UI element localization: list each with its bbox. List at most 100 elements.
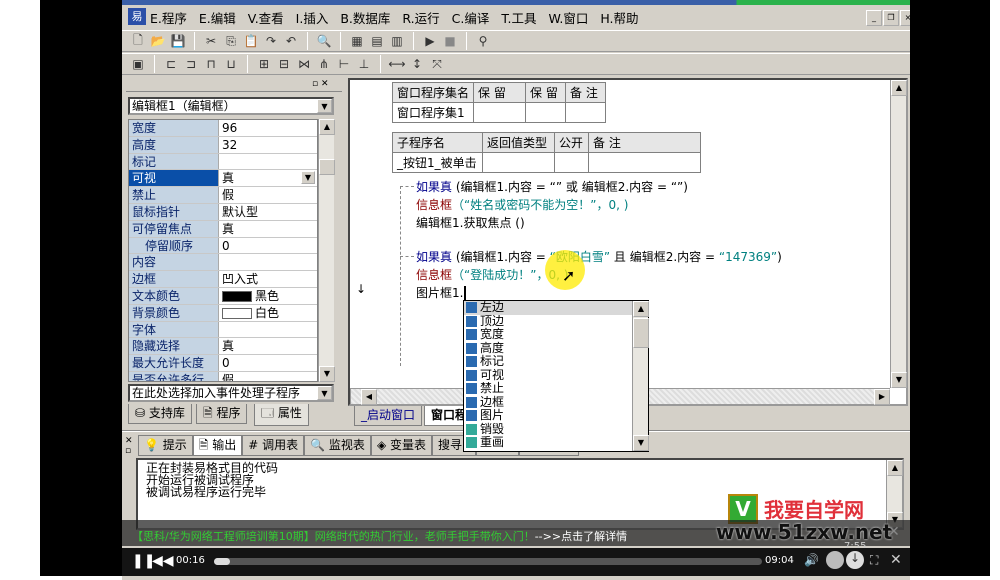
align-bottom-icon[interactable]: ⊔: [223, 56, 239, 72]
menu-compile[interactable]: C.编译: [452, 8, 490, 27]
property-value[interactable]: 32: [219, 136, 317, 153]
code-line[interactable]: 如果真 (编辑框1.内容 = “欧阳白雪” 且 编辑框2.内容 = “14736…: [416, 248, 782, 265]
property-value[interactable]: 凹入式: [219, 271, 317, 287]
menu-database[interactable]: B.数据库: [340, 8, 390, 27]
property-value[interactable]: 白色: [219, 304, 317, 321]
property-row[interactable]: 可视真 ▼: [129, 170, 317, 188]
space-eq-icon[interactable]: ⊢: [336, 56, 352, 72]
bottom-tab[interactable]: ◈ 变量表: [370, 435, 432, 456]
autocomplete-item[interactable]: 禁止: [464, 382, 648, 396]
property-row[interactable]: 边框 凹入式: [129, 271, 317, 288]
tab-startup-window[interactable]: _启动窗口: [354, 406, 423, 426]
fullscreen-icon[interactable]: ⛶: [870, 553, 878, 568]
menu-program[interactable]: E.程序: [150, 8, 187, 27]
code-line[interactable]: 信息框（“姓名或密码不能为空！”，0, ): [416, 196, 628, 213]
center-v-icon[interactable]: ⊟: [276, 56, 292, 72]
property-value[interactable]: 假: [219, 187, 317, 203]
property-value[interactable]: 96: [219, 120, 317, 136]
property-value[interactable]: 黑色: [219, 287, 317, 304]
object-combo[interactable]: 编辑框1（编辑框） ▼: [128, 97, 334, 115]
menu-help[interactable]: H.帮助: [600, 8, 638, 27]
property-row[interactable]: 隐藏选择真: [129, 338, 317, 356]
run-icon[interactable]: ▶: [422, 33, 438, 49]
property-value[interactable]: 0: [219, 237, 317, 254]
code-line[interactable]: 图片框1.: [416, 284, 467, 301]
chevron-down-icon[interactable]: ▼: [301, 171, 315, 185]
layout3-icon[interactable]: ▥: [389, 33, 405, 49]
property-row[interactable]: 最大允许长度 0: [129, 355, 317, 372]
menu-window[interactable]: W.窗口: [548, 8, 588, 27]
same-size-icon[interactable]: ⤧: [429, 56, 445, 72]
binoculars-icon[interactable]: ⚲: [475, 33, 491, 49]
minimize-button[interactable]: _: [866, 10, 882, 26]
space-v-icon[interactable]: ⋔: [316, 56, 332, 72]
property-row[interactable]: 是否允许多行假: [129, 371, 317, 381]
paste-icon[interactable]: 📋: [243, 33, 259, 49]
space-eq-v-icon[interactable]: ⊥: [356, 56, 372, 72]
copy-icon[interactable]: ⎘: [223, 33, 239, 49]
autocomplete-item[interactable]: 可视: [464, 368, 648, 383]
property-value[interactable]: [219, 254, 317, 271]
volume-icon[interactable]: 🔊: [804, 553, 819, 567]
rewind-icon[interactable]: ◀◀: [152, 553, 174, 569]
autocomplete-item[interactable]: 高度: [464, 341, 648, 356]
stop-icon[interactable]: ■: [442, 33, 458, 49]
menu-view[interactable]: V.查看: [248, 8, 284, 27]
property-row[interactable]: 背景颜色 白色: [129, 304, 317, 322]
property-value[interactable]: 假: [219, 371, 317, 381]
ad-close-icon[interactable]: ✕: [888, 524, 900, 540]
grid-icon[interactable]: ▣: [130, 56, 146, 72]
property-value[interactable]: 真 ▼: [219, 170, 317, 187]
scroll-thumb[interactable]: [633, 318, 649, 348]
property-row[interactable]: 内容: [129, 254, 317, 272]
property-value[interactable]: [219, 153, 317, 170]
editor-vscrollbar[interactable]: ▲ ▼: [890, 80, 907, 388]
cell[interactable]: _按钮1_被单击: [392, 152, 483, 173]
scroll-up-icon[interactable]: ▲: [887, 460, 903, 476]
scroll-down-icon[interactable]: ▼: [891, 372, 907, 388]
align-top-icon[interactable]: ⊓: [203, 56, 219, 72]
ad-text[interactable]: 【思科/华为网络工程师培训第10期】网络时代的热门行业，老师手把手带你入门！--…: [132, 528, 627, 544]
property-row[interactable]: 高度 32: [129, 136, 317, 154]
autocomplete-item[interactable]: 左边: [464, 301, 648, 315]
tab-program[interactable]: 🗎 程序: [196, 404, 248, 424]
download-icon[interactable]: ↓: [846, 551, 864, 569]
open-folder-icon[interactable]: 📂: [150, 33, 166, 49]
property-value[interactable]: [219, 321, 317, 338]
bottom-tab[interactable]: 💡 提示: [138, 435, 193, 456]
property-row[interactable]: 宽度 96: [129, 120, 317, 137]
seek-bar[interactable]: [214, 558, 762, 565]
find-icon[interactable]: 🔍: [316, 33, 332, 49]
autocomplete-item[interactable]: 标记: [464, 355, 648, 369]
property-scrollbar[interactable]: ▲ ▼: [318, 119, 335, 382]
menu-run[interactable]: R.运行: [402, 8, 439, 27]
property-value[interactable]: 默认型: [219, 203, 317, 220]
bottom-panel-close-icon[interactable]: ✕ ▫: [125, 436, 133, 456]
center-h-icon[interactable]: ⊞: [256, 56, 272, 72]
property-row[interactable]: 文本颜色 黑色: [129, 287, 317, 305]
autocomplete-list[interactable]: 左边 顶边 宽度 高度 标记 可视 禁止 边框 图片 销毁 重画 ▲ ▼: [463, 300, 649, 452]
close-button[interactable]: ×: [900, 10, 910, 26]
save-icon[interactable]: 💾: [170, 33, 186, 49]
code-line[interactable]: 如果真 (编辑框1.内容 = “” 或 编辑框2.内容 = “”): [416, 178, 688, 195]
output-scrollbar[interactable]: ▲ ▼: [886, 460, 903, 528]
property-value[interactable]: 真: [219, 338, 317, 355]
scroll-up-icon[interactable]: ▲: [319, 119, 335, 135]
menu-insert[interactable]: I.插入: [296, 8, 329, 27]
same-height-icon[interactable]: ↕: [409, 56, 425, 72]
autocomplete-item[interactable]: 重画: [464, 436, 648, 450]
restore-button[interactable]: ❐: [883, 10, 899, 26]
space-h-icon[interactable]: ⋈: [296, 56, 312, 72]
autocomplete-scrollbar[interactable]: ▲ ▼: [632, 301, 649, 451]
scroll-left-icon[interactable]: ◀: [361, 389, 377, 405]
bottom-tab[interactable]: # 调用表: [242, 435, 305, 456]
bottom-tab[interactable]: 🔍 监视表: [304, 435, 371, 456]
event-combo[interactable]: 在此处选择加入事件处理子程序 ▼: [128, 384, 334, 402]
align-left-icon[interactable]: ⊏: [163, 56, 179, 72]
same-width-icon[interactable]: ⟷: [388, 56, 405, 72]
cell[interactable]: 窗口程序集1: [391, 102, 475, 123]
close-player-icon[interactable]: ✕: [890, 552, 902, 568]
autocomplete-item[interactable]: 销毁: [464, 422, 648, 437]
menu-tools[interactable]: T.工具: [501, 8, 536, 27]
property-row[interactable]: 禁止假: [129, 187, 317, 204]
